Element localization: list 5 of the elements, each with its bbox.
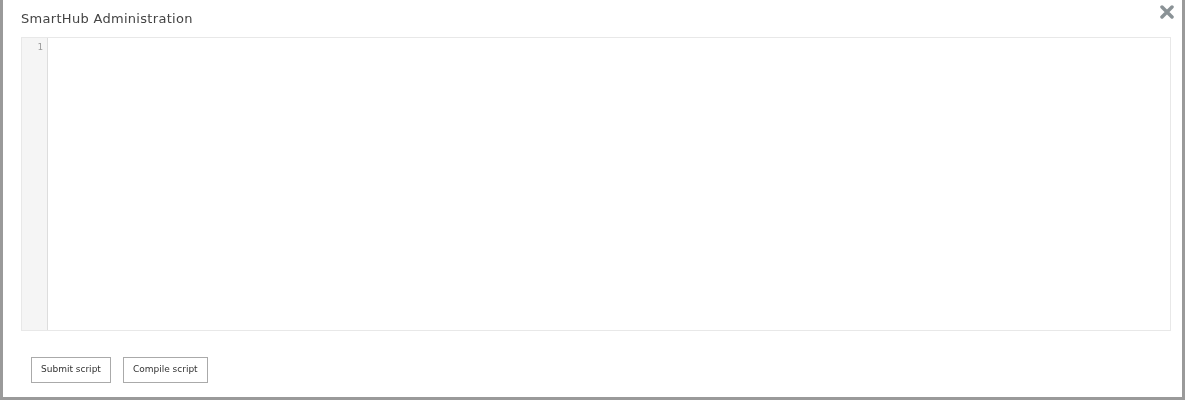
close-icon[interactable]	[1160, 5, 1174, 19]
script-button[interactable]: Compile script	[122, 357, 208, 383]
window-title: SmartHub Administration	[21, 10, 193, 27]
script-button[interactable]: Submit script	[31, 357, 111, 383]
line-number: 1	[36, 41, 44, 54]
